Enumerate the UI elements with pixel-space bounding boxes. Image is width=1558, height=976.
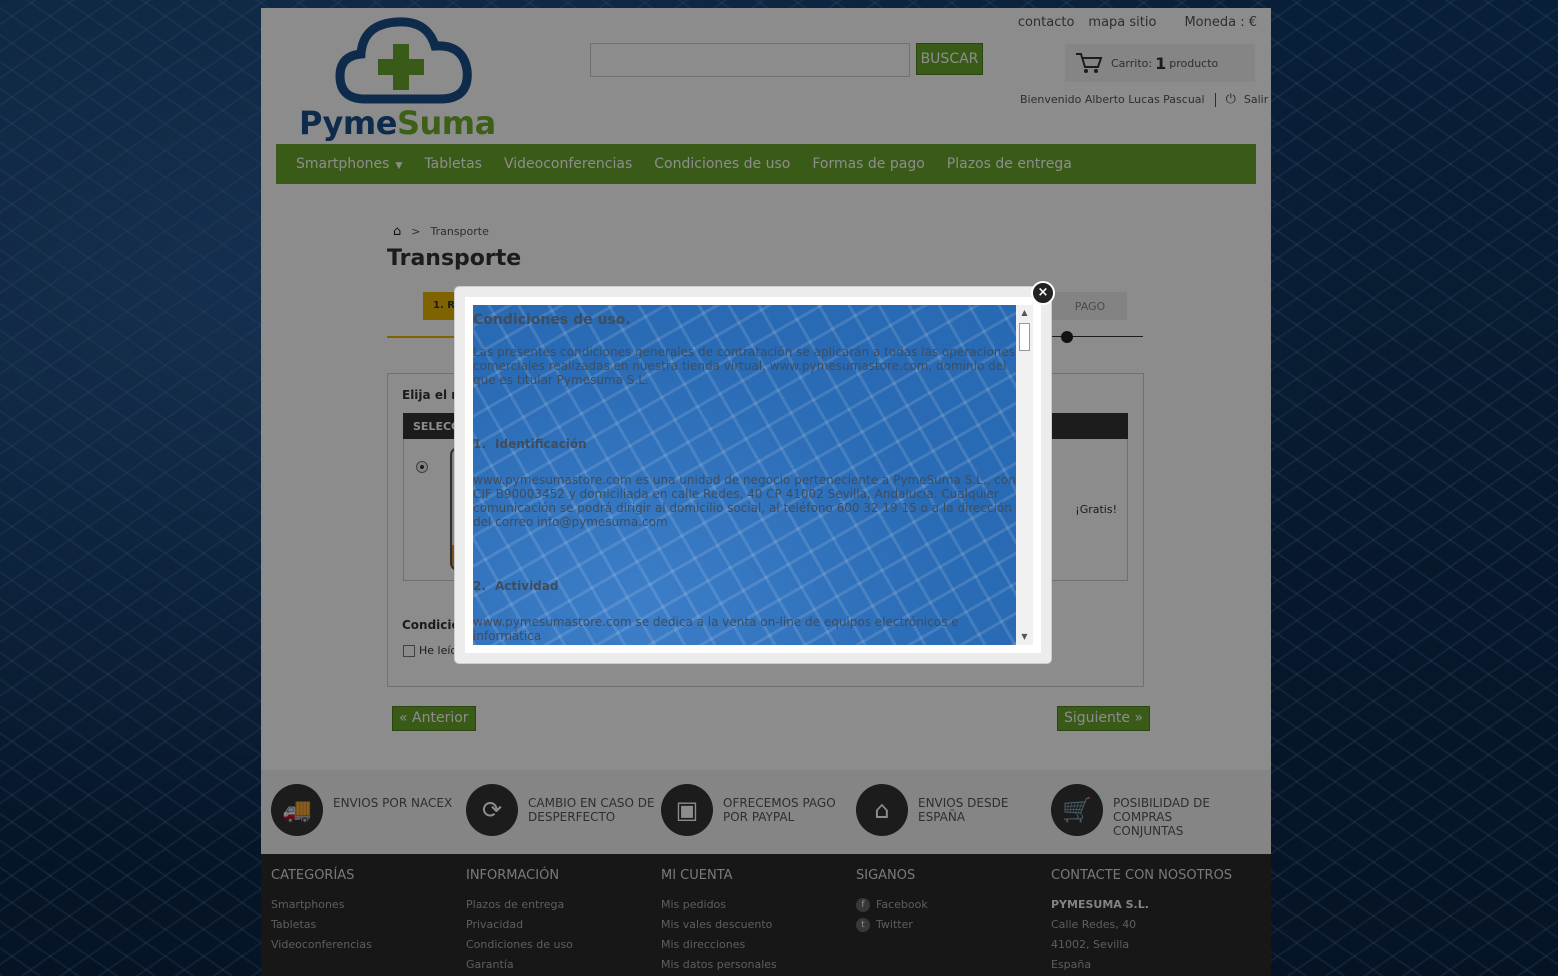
modal-scrollbar[interactable]: ▲ ▼ (1016, 305, 1033, 645)
modal-title: Condiciones de uso. (473, 312, 631, 328)
section-body: www.pymesumastore.com es una unidad de n… (473, 473, 1016, 529)
section-body: www.pymesumastore.com se dedica a la ven… (473, 615, 959, 643)
scroll-up-icon[interactable]: ▲ (1016, 305, 1033, 321)
modal-content: Condiciones de uso. Las presentes condic… (473, 305, 1016, 645)
modal-intro: Las presentes condiciones generales de c… (473, 345, 1016, 387)
close-icon[interactable]: × (1031, 281, 1055, 305)
section-heading: 2. Actividad (473, 579, 559, 593)
scroll-thumb[interactable] (1019, 323, 1030, 351)
section-heading: 1. Identificación (473, 437, 587, 451)
scroll-down-icon[interactable]: ▼ (1016, 629, 1033, 645)
conditions-modal: Condiciones de uso. Las presentes condic… (455, 287, 1051, 663)
